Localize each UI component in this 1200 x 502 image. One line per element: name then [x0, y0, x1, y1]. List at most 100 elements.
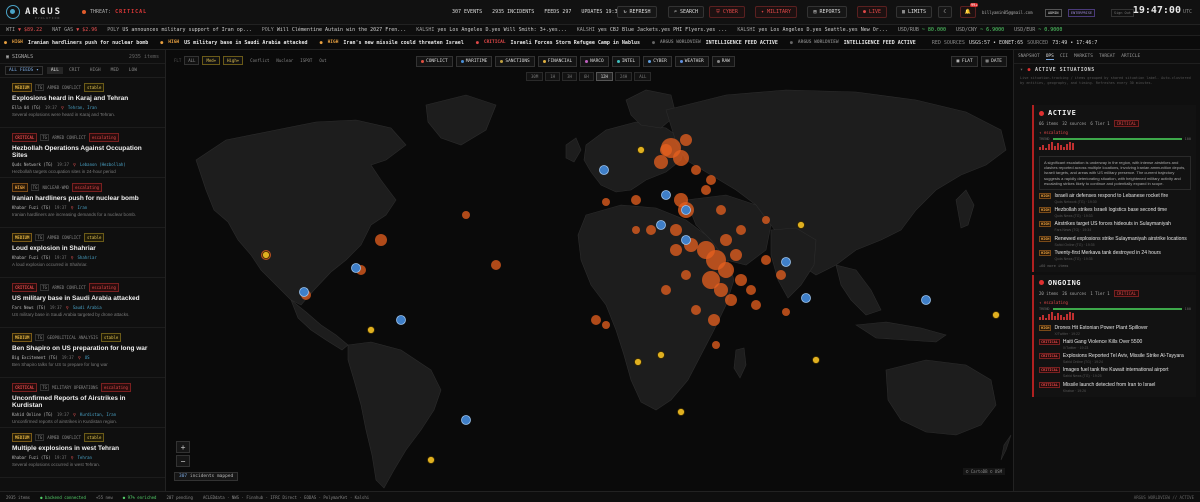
ticker-item[interactable]: USD/EUR ~ 0.9000: [1014, 27, 1062, 33]
severity-filter-button[interactable]: High+: [223, 56, 244, 65]
alert-marker[interactable]: [657, 351, 665, 359]
reports-button[interactable]: ▤ REPORTS: [807, 6, 847, 18]
filter-all[interactable]: ALL: [46, 67, 63, 74]
situation-item[interactable]: HIGH Drones Hit Estonian Power Plant Spil…: [1039, 324, 1191, 336]
limits-button[interactable]: ▥ LIMITS: [896, 6, 932, 18]
situation-item[interactable]: HIGH Airstrikes target US forces hideouts…: [1039, 221, 1191, 232]
tab-article[interactable]: ARTICLE: [1121, 54, 1140, 59]
maritime-marker[interactable]: [351, 263, 361, 273]
hotspot-marker[interactable]: [736, 225, 746, 235]
alert-marker[interactable]: [262, 251, 270, 259]
headline-item[interactable]: ● ARGUS WORLDVIEW INTELLIGENCE FEED ACTIVE: [790, 40, 916, 46]
filter-crit[interactable]: CRIT: [65, 67, 84, 74]
maritime-marker[interactable]: [921, 295, 931, 305]
cyber-button[interactable]: ⛨ CYBER: [709, 6, 745, 18]
hotspot-marker[interactable]: [730, 249, 742, 261]
flat-view-button[interactable]: ▦ FLAT: [951, 56, 978, 67]
tab-snapshot[interactable]: SNAPSHOT: [1018, 54, 1040, 59]
app-logo[interactable]: ARGUS EVOLUTION: [0, 5, 82, 20]
mode-extra-toggle[interactable]: ISPOT: [300, 58, 312, 63]
layer-toggle-narco[interactable]: NARCO: [580, 56, 609, 67]
headline-item[interactable]: ● HIGH Iran's new missile could threaten I…: [320, 40, 464, 46]
refresh-button[interactable]: ↻ REFRESH: [617, 6, 657, 18]
map-canvas[interactable]: [166, 50, 1013, 491]
hotspot-marker[interactable]: [782, 308, 790, 316]
theme-toggle-button[interactable]: ☾: [938, 6, 952, 18]
zoom-out-button[interactable]: −: [176, 455, 190, 467]
alert-marker[interactable]: [812, 356, 820, 364]
filter-low[interactable]: LOW: [125, 67, 141, 74]
time-range-button[interactable]: 24H: [614, 72, 633, 81]
layer-toggle-maritime[interactable]: MARITIME: [455, 56, 493, 67]
live-button[interactable]: ● LIVE: [857, 6, 887, 18]
alert-marker[interactable]: [634, 358, 642, 366]
hotspot-marker[interactable]: [631, 195, 641, 205]
filter-high[interactable]: HIGH: [86, 67, 105, 74]
hotspot-marker[interactable]: [591, 315, 601, 325]
hotspot-marker[interactable]: [762, 216, 770, 224]
signout-button[interactable]: Sign Out: [1111, 9, 1134, 17]
time-range-button[interactable]: 3H: [562, 72, 577, 81]
ticker-item[interactable]: USD/RUB ~ 80.000: [898, 27, 946, 33]
headline-item[interactable]: ● HIGH Iranian hardliners push for nuclear…: [4, 40, 148, 46]
layer-toggle-financial[interactable]: FINANCIAL: [537, 56, 578, 67]
situation-group[interactable]: ACTIVE 66 items 32 sources 6 Tier 1 CRITICAL…: [1032, 105, 1196, 272]
maritime-marker[interactable]: [656, 220, 666, 230]
hotspot-marker[interactable]: [701, 185, 711, 195]
date-view-button[interactable]: ▤ DATE: [980, 56, 1007, 67]
hotspot-marker[interactable]: [761, 255, 771, 265]
hotspot-marker[interactable]: [681, 270, 691, 280]
more-items-link[interactable]: +60 more items: [1039, 264, 1191, 268]
alert-marker[interactable]: [427, 456, 435, 464]
time-range-button[interactable]: 30M: [526, 72, 544, 81]
hotspot-marker[interactable]: [680, 134, 692, 146]
mode-extra-toggle[interactable]: Out: [319, 58, 326, 63]
ticker-item[interactable]: POLY US announces military support of Ira…: [107, 27, 252, 33]
situation-item[interactable]: CRITICAL Haiti Gang Violence Kills Over 5…: [1039, 339, 1191, 350]
situation-item[interactable]: HIGH Israeli air defenses respond to Leba…: [1039, 192, 1191, 204]
hotspot-marker[interactable]: [725, 294, 737, 306]
alert-marker[interactable]: [367, 326, 375, 334]
signal-card[interactable]: CRITICAL TG ARMED CONFLICT escalating Hezbol…: [0, 128, 165, 178]
hotspot-marker[interactable]: [654, 155, 668, 169]
hotspot-marker[interactable]: [746, 285, 756, 295]
zoom-in-button[interactable]: +: [176, 441, 190, 453]
military-button[interactable]: ✦ MILITARY: [755, 6, 797, 18]
hotspot-marker[interactable]: [375, 234, 387, 246]
hotspot-marker[interactable]: [735, 274, 747, 286]
mode-extra-toggle[interactable]: Nuclear: [276, 58, 293, 63]
ticker-item[interactable]: NAT GAS ▼ $2.96: [52, 27, 97, 33]
headline-item[interactable]: ● CRITICAL Israeli Forces Storm Refugee Ca…: [476, 40, 640, 46]
hotspot-marker[interactable]: [691, 305, 701, 315]
tab-ops[interactable]: OPS: [1045, 54, 1054, 60]
headline-item[interactable]: ● HIGH US military base in Saudi Arabia at…: [160, 40, 307, 46]
signal-card[interactable]: MEDIUM TG GEOPOLITICAL ANALYSIS stable Ben S…: [0, 328, 165, 378]
situation-item[interactable]: HIGH Twenty-first Merkava tank destroyed …: [1039, 249, 1191, 261]
signal-card[interactable]: MEDIUM TG ARMED CONFLICT stable Multiple exp…: [0, 428, 165, 478]
tab-cii[interactable]: CII: [1060, 54, 1068, 59]
hotspot-marker[interactable]: [751, 300, 761, 310]
notifications-button[interactable]: 🔔: [960, 6, 976, 18]
hotspot-marker[interactable]: [720, 234, 732, 246]
layer-toggle-cyber[interactable]: CYBER: [643, 56, 672, 67]
situation-group[interactable]: ONGOING 20 items 26 sources 1 Tier 1 CRITICA…: [1032, 274, 1196, 397]
maritime-marker[interactable]: [681, 205, 691, 215]
ticker-item[interactable]: WTI ▼ $89.22: [6, 27, 42, 33]
hotspot-marker[interactable]: [718, 262, 734, 278]
hotspot-marker[interactable]: [660, 144, 672, 156]
layer-toggle-raw[interactable]: RAW: [711, 56, 735, 67]
hotspot-marker[interactable]: [670, 244, 682, 256]
signal-card[interactable]: MEDIUM TG ARMED CONFLICT stable Loud explosi…: [0, 228, 165, 278]
tab-markets[interactable]: MARKETS: [1074, 54, 1093, 59]
mode-extra-toggle[interactable]: Conflict: [250, 58, 269, 63]
severity-filter-button[interactable]: Med+: [202, 56, 221, 65]
feed-select[interactable]: ALL FEEDS ▾: [5, 66, 43, 75]
hotspot-marker[interactable]: [670, 224, 682, 236]
hotspot-marker[interactable]: [776, 270, 786, 280]
ticker-item[interactable]: USD/CNY ~ 6.9000: [956, 27, 1004, 33]
hotspot-marker[interactable]: [712, 341, 720, 349]
situation-item[interactable]: HIGH Hezbollah strikes Israeli logistics …: [1039, 207, 1191, 218]
hotspot-marker[interactable]: [708, 314, 720, 326]
time-range-button[interactable]: 1H: [545, 72, 561, 81]
maritime-marker[interactable]: [396, 315, 406, 325]
